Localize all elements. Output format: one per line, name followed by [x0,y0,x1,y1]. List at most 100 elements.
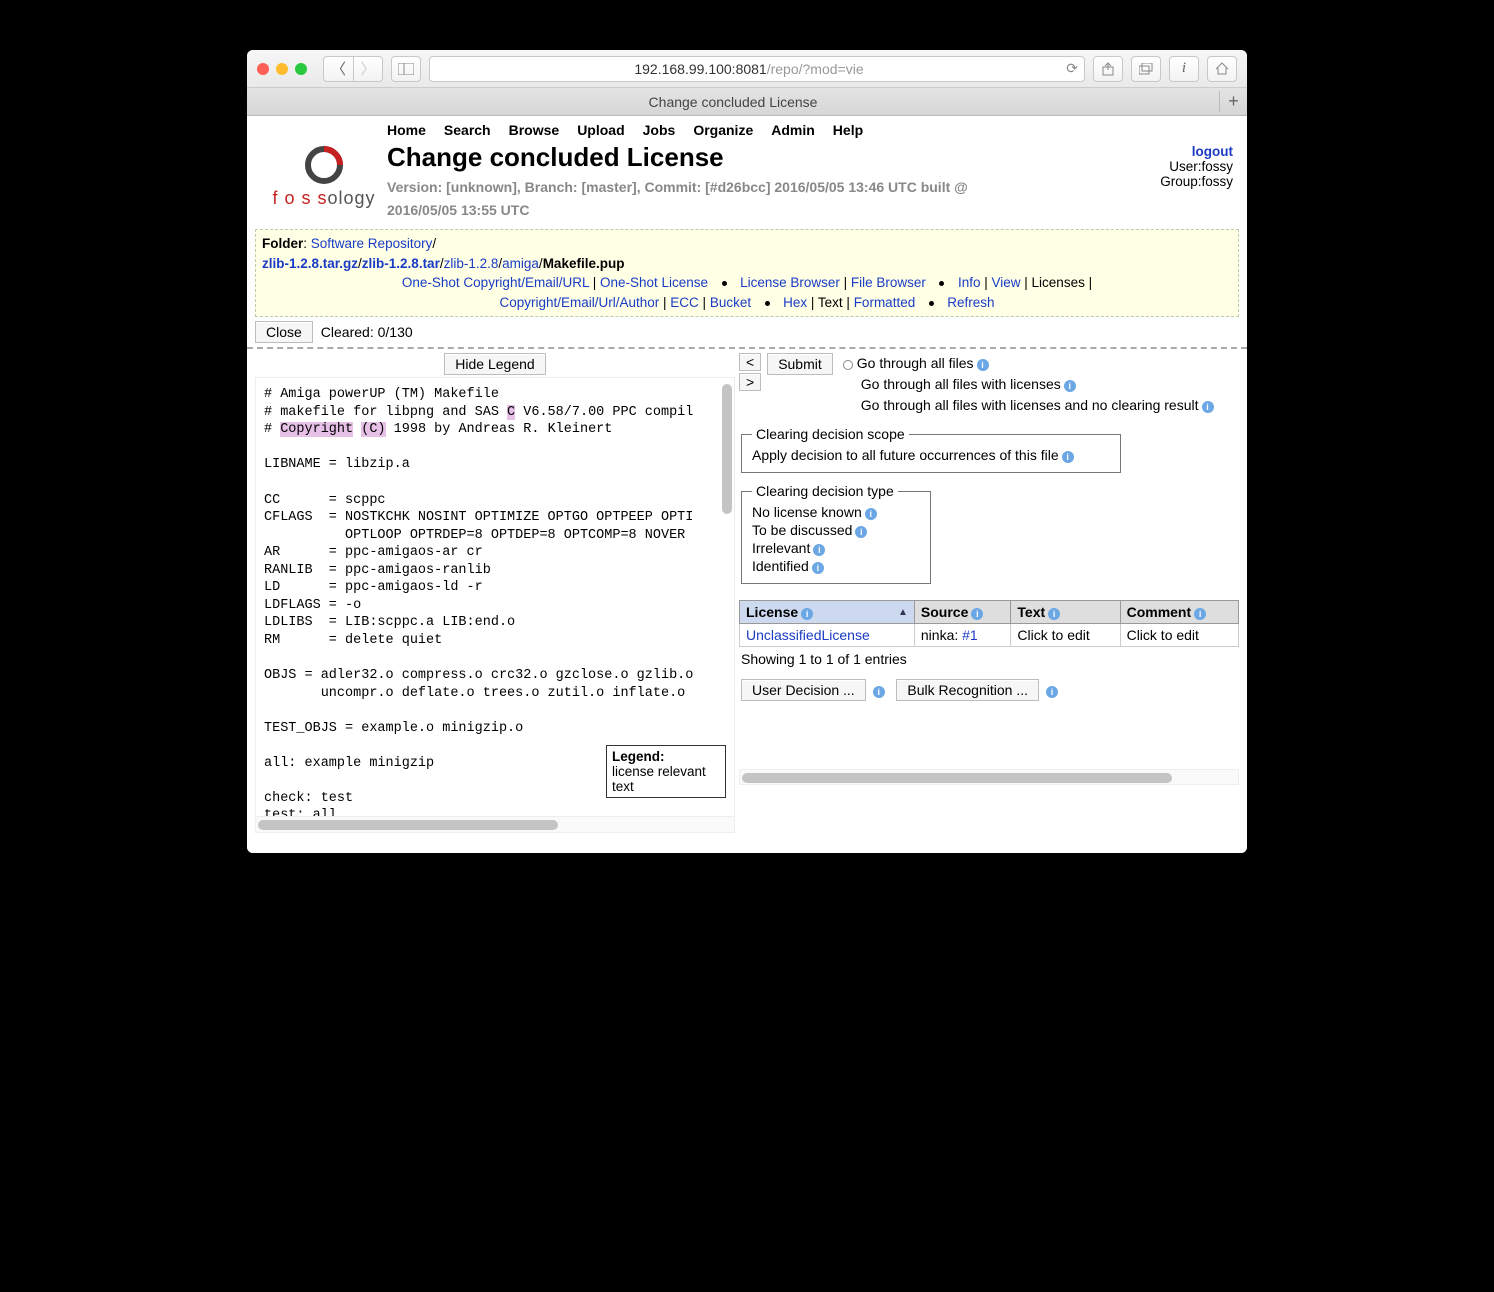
col-comment[interactable]: Commenti [1120,601,1238,624]
reload-icon[interactable]: ⟳ [1066,60,1078,77]
close-button[interactable]: Close [255,321,313,343]
link-file-browser[interactable]: File Browser [851,275,926,290]
sidebar-toggle-icon[interactable] [391,56,421,82]
horizontal-scrollbar-track[interactable] [255,817,735,833]
home-icon[interactable] [1207,56,1237,82]
nav-organize[interactable]: Organize [693,122,753,138]
breadcrumb-file: Makefile.pup [543,256,625,271]
link-copyright-email[interactable]: Copyright/Email/Url/Author [499,295,659,310]
link-refresh[interactable]: Refresh [947,295,994,310]
new-tab-button[interactable]: + [1219,91,1247,112]
go-option-1[interactable]: Go through all files with licenses [861,376,1061,392]
minimize-window-icon[interactable] [276,63,288,75]
type-option-0[interactable]: No license known [752,504,862,520]
comment-cell[interactable]: Click to edit [1120,624,1238,647]
radio-icon[interactable] [843,360,853,370]
nav-home[interactable]: Home [387,122,426,138]
link-license-browser[interactable]: License Browser [740,275,840,290]
bulk-recognition-button[interactable]: Bulk Recognition ... [896,679,1039,701]
legend-title: Legend: [612,749,665,764]
hide-legend-button[interactable]: Hide Legend [444,353,545,375]
link-hex[interactable]: Hex [783,295,807,310]
link-formatted[interactable]: Formatted [854,295,916,310]
type-option-3[interactable]: Identified [752,558,809,574]
source-link[interactable]: #1 [962,627,978,643]
close-window-icon[interactable] [257,63,269,75]
info-icon[interactable]: i [812,562,824,574]
file-view-pane: Hide Legend # Amiga powerUP (TM) Makefil… [255,353,735,833]
group-label: Group:fossy [1160,174,1233,189]
user-decision-button[interactable]: User Decision ... [741,679,866,701]
nav-admin[interactable]: Admin [771,122,815,138]
link-oneshot-license[interactable]: One-Shot License [600,275,708,290]
col-text[interactable]: Texti [1011,601,1120,624]
info-icon[interactable]: i [971,608,983,620]
col-license[interactable]: Licensei▲ [740,601,915,624]
type-option-1[interactable]: To be discussed [752,522,852,538]
link-oneshot-copyright[interactable]: One-Shot Copyright/Email/URL [402,275,589,290]
text-cell[interactable]: Click to edit [1011,624,1120,647]
breadcrumb-part-0[interactable]: zlib-1.2.8.tar.gz [262,256,358,271]
version-line: Version: [unknown], Branch: [master], Co… [387,177,1123,198]
nav-upload[interactable]: Upload [577,122,624,138]
nav-help[interactable]: Help [833,122,863,138]
info-icon[interactable]: i [873,686,885,698]
code-viewer[interactable]: # Amiga powerUP (TM) Makefile # makefile… [255,377,735,817]
user-box: logout User:fossy Group:fossy [1123,140,1233,189]
right-horizontal-scrollbar[interactable] [742,773,1172,783]
go-option-2[interactable]: Go through all files with licenses and n… [861,397,1199,413]
zoom-window-icon[interactable] [295,63,307,75]
link-view[interactable]: View [992,275,1021,290]
breadcrumb-root[interactable]: Software Repository [311,236,433,251]
nav-browse[interactable]: Browse [509,122,560,138]
breadcrumb-part-2[interactable]: zlib-1.2.8 [444,256,499,271]
prev-file-button[interactable]: < [739,353,761,371]
page-content: Home Search Browse Upload Jobs Organize … [247,116,1247,853]
submit-button[interactable]: Submit [767,353,833,375]
info-icon[interactable]: i [1062,451,1074,463]
right-horizontal-scrollbar-track[interactable] [739,769,1239,785]
table-showing: Showing 1 to 1 of 1 entries [739,647,1239,671]
nav-buttons: 〈 〉 [323,56,383,82]
back-button[interactable]: 〈 [323,56,353,82]
info-icon[interactable]: i [801,608,813,620]
info-icon[interactable]: i [1202,401,1214,413]
vertical-scrollbar[interactable] [722,384,732,514]
forward-button[interactable]: 〉 [353,56,383,82]
window-controls [257,63,307,75]
url-bar[interactable]: 192.168.99.100:8081/repo/?mod=vie ⟳ [429,56,1085,82]
breadcrumb-part-3[interactable]: amiga [502,256,539,271]
col-source[interactable]: Sourcei [914,601,1011,624]
type-legend: Clearing decision type [752,483,898,499]
link-info[interactable]: Info [958,275,981,290]
breadcrumb-part-1[interactable]: zlib-1.2.8.tar [362,256,440,271]
info-icon[interactable]: i [1169,56,1199,82]
next-file-button[interactable]: > [739,373,761,391]
info-icon[interactable]: i [1048,608,1060,620]
info-icon[interactable]: i [1046,686,1058,698]
browser-window: 〈 〉 192.168.99.100:8081/repo/?mod=vie ⟳ … [247,50,1247,853]
go-option-0[interactable]: Go through all files [857,355,974,371]
logout-link[interactable]: logout [1192,144,1233,159]
link-bucket[interactable]: Bucket [710,295,751,310]
share-icon[interactable] [1093,56,1123,82]
info-icon[interactable]: i [977,359,989,371]
info-icon[interactable]: i [865,508,877,520]
scope-legend: Clearing decision scope [752,426,909,442]
info-icon[interactable]: i [1194,608,1206,620]
info-icon[interactable]: i [813,544,825,556]
horizontal-scrollbar[interactable] [258,820,558,830]
type-option-2[interactable]: Irrelevant [752,540,810,556]
info-icon[interactable]: i [855,526,867,538]
nav-search[interactable]: Search [444,122,491,138]
nav-jobs[interactable]: Jobs [643,122,676,138]
info-icon[interactable]: i [1064,380,1076,392]
link-ecc[interactable]: ECC [670,295,699,310]
tabs-icon[interactable] [1131,56,1161,82]
clearing-scope-fieldset: Clearing decision scope Apply decision t… [741,426,1121,473]
browser-tab[interactable]: Change concluded License [247,94,1219,110]
main-nav: Home Search Browse Upload Jobs Organize … [247,116,1247,140]
source-label: ninka: [921,627,958,643]
license-link[interactable]: UnclassifiedLicense [746,627,870,643]
table-row: UnclassifiedLicense ninka: #1 Click to e… [740,624,1239,647]
